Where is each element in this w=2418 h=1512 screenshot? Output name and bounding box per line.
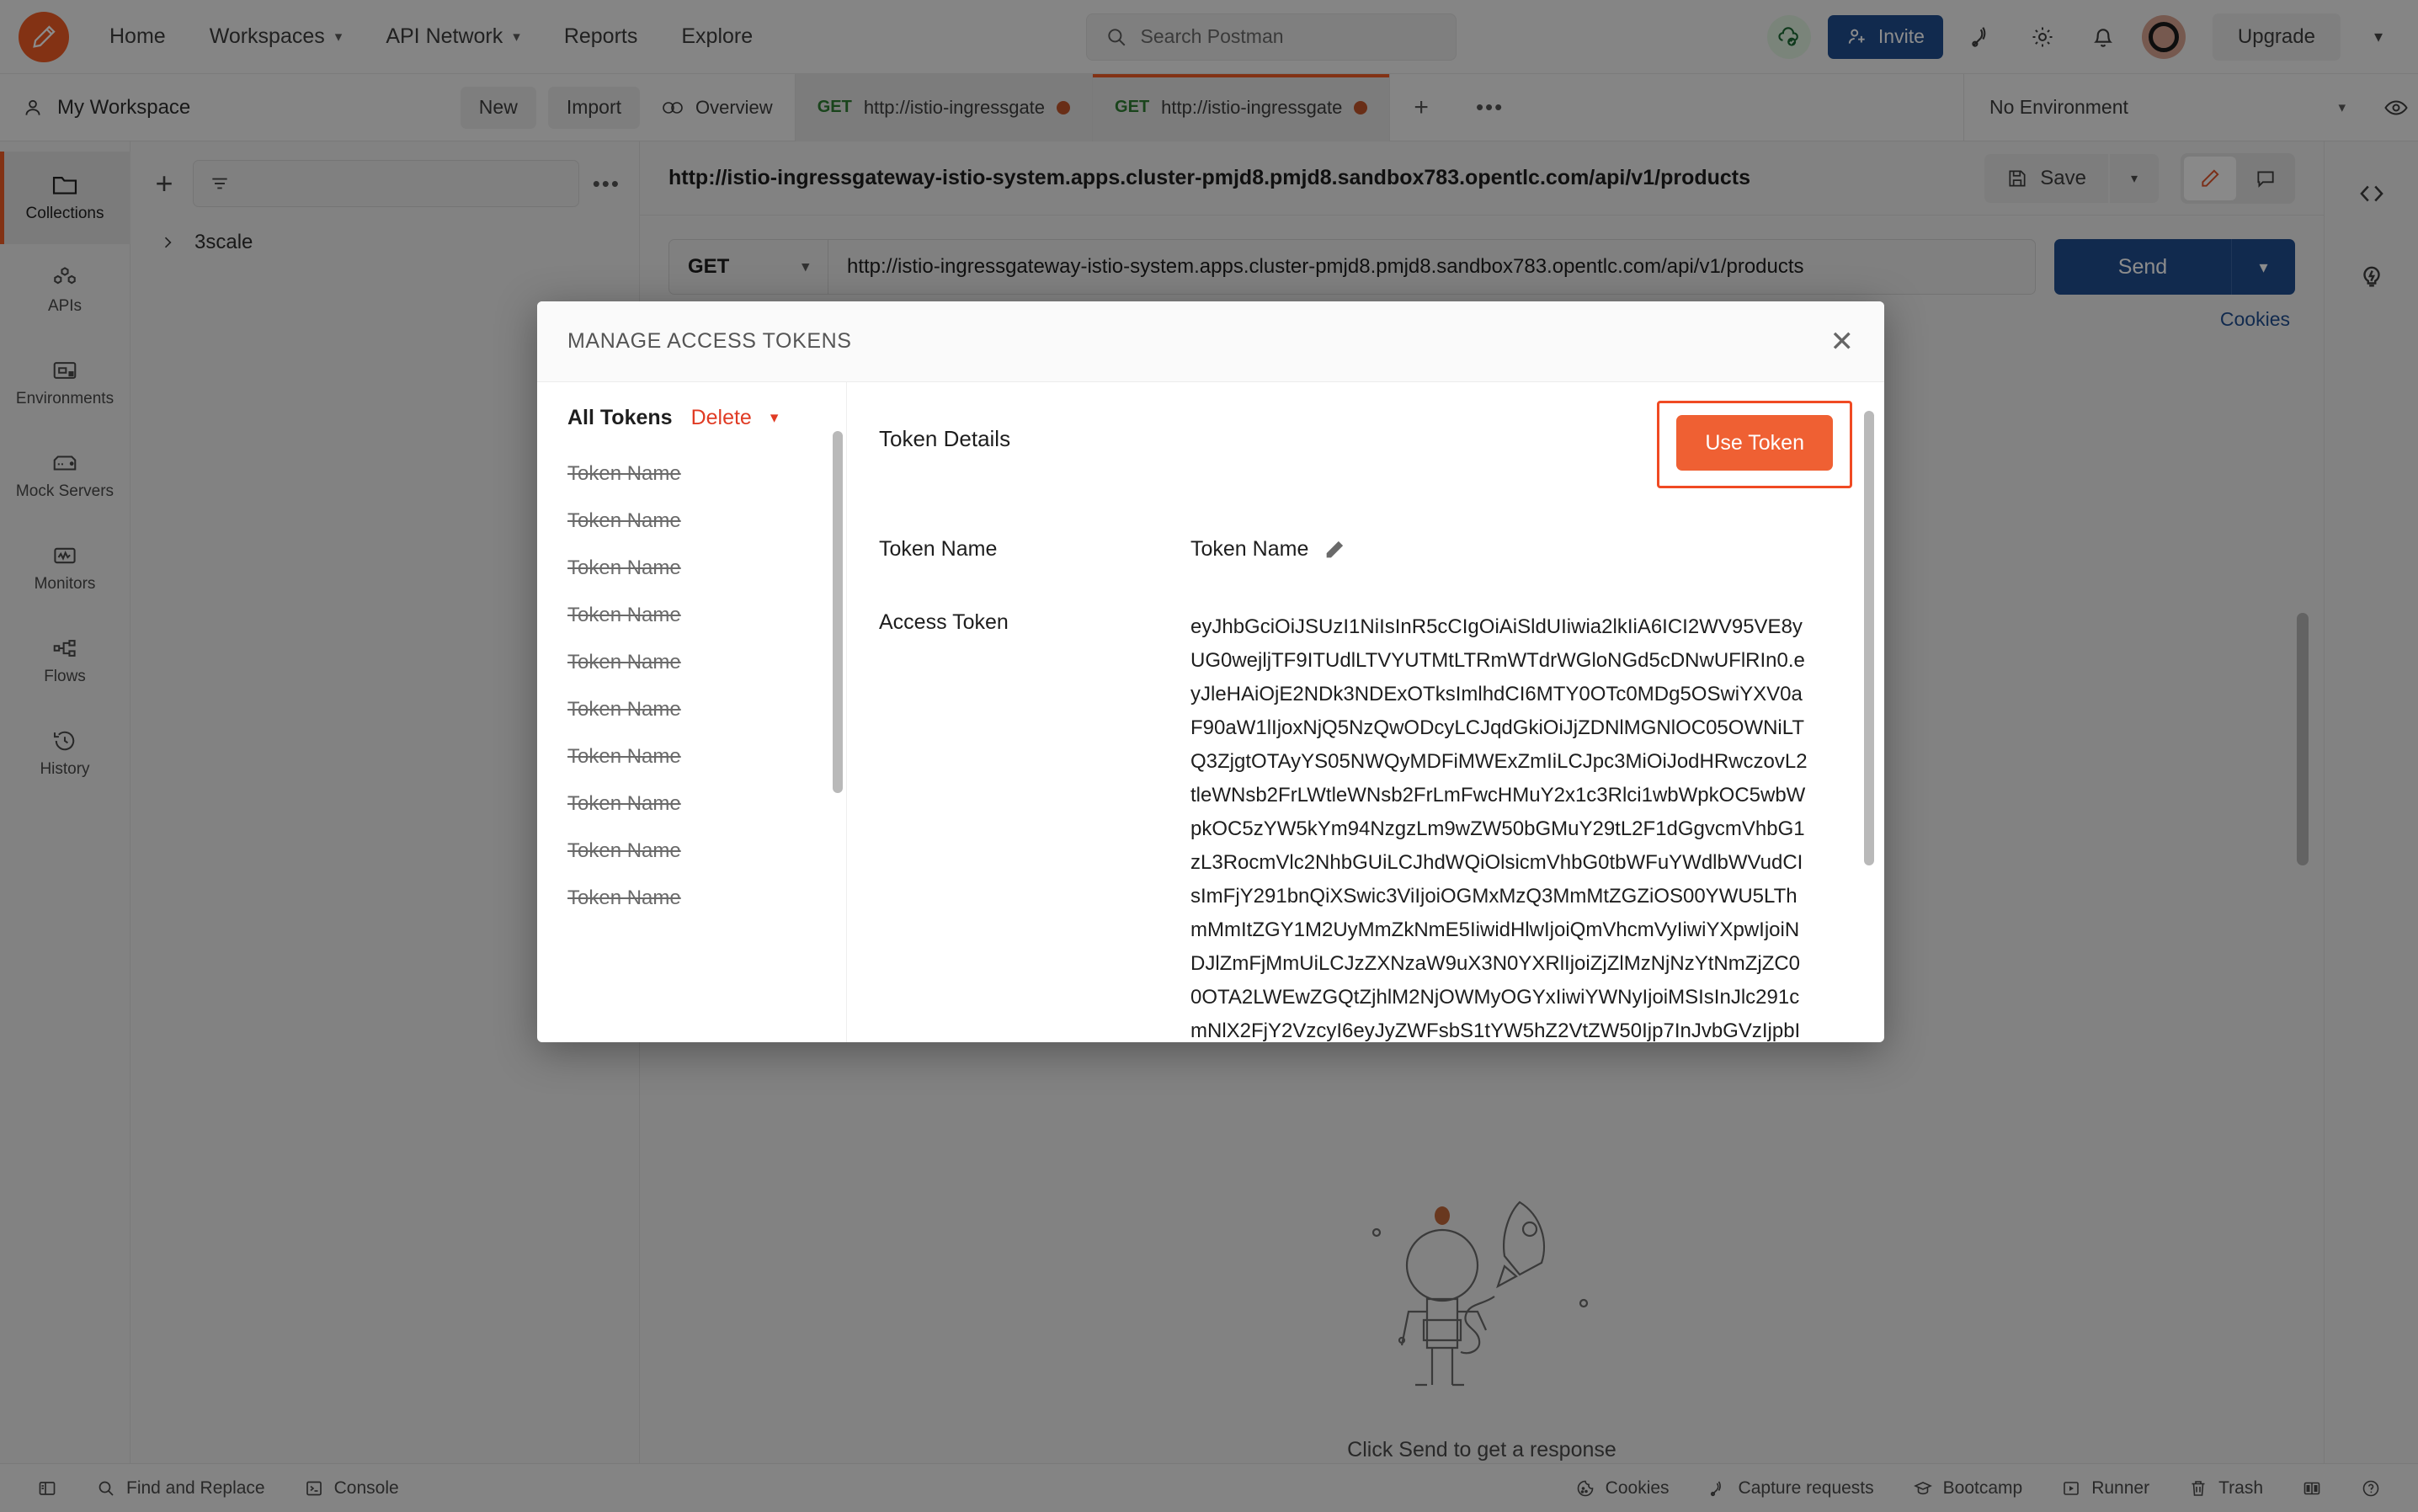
token-details-header: Token Details Use Token (879, 401, 1852, 488)
close-icon[interactable]: ✕ (1830, 327, 1855, 356)
token-name-row: Token Name Token Name (879, 537, 1844, 562)
chevron-down-icon[interactable]: ▾ (770, 408, 779, 428)
token-line: yJleHAiOjE2NDk3NDExOTksImlhdCI6MTY0OTc0M… (1190, 683, 1803, 705)
token-details-scrollbar[interactable] (1864, 411, 1874, 865)
use-token-highlight: Use Token (1657, 401, 1852, 488)
list-item[interactable]: Token Name (537, 545, 846, 592)
token-name-value-wrap: Token Name (1190, 537, 1345, 562)
use-token-button[interactable]: Use Token (1676, 415, 1833, 471)
list-item[interactable]: Token Name (537, 498, 846, 545)
token-line: zL3RocmVlc2NhbGUiLCJhdWQiOlsicmVhbG0tbWF… (1190, 851, 1803, 874)
use-token-label: Use Token (1705, 430, 1804, 455)
list-item[interactable]: Token Name (537, 828, 846, 875)
token-line: UG0wejljTF9ITUdlLTVYUTMtLTRmWTdrWGloNGd5… (1190, 649, 1805, 672)
token-details-panel: Token Details Use Token Token Name Token… (847, 382, 1884, 1042)
token-line: F90aW1lIjoxNjQ5NzQwODcyLCJqdGkiOiJjZDNlM… (1190, 716, 1804, 739)
modal-body: All Tokens Delete ▾ Token Name Token Nam… (537, 382, 1884, 1042)
token-line: Q3ZjgtOTAyYS05NWQyMDFiMWExZmIiLCJpc3MiOi… (1190, 750, 1808, 773)
token-name-label: Token Name (879, 537, 998, 561)
token-line: DJlZmFjMmUiLCJzZXNzaW9uX3N0YXRlIjoiZjZlM… (1190, 952, 1801, 975)
access-token-value[interactable]: eyJhbGciOiJSUzI1NiIsInR5cCIgOiAiSldUIiwi… (1190, 610, 1830, 1042)
token-line: sImFjY291bnQiXSwic3ViIjoiOGMxMzQ3MmMtZGZ… (1190, 885, 1798, 908)
token-line: mMmItZGY1M2UyMmZkNmE5IiwidHlwIjoiQmVhcmV… (1190, 918, 1800, 941)
all-tokens-label: All Tokens (567, 406, 673, 429)
modal-title: MANAGE ACCESS TOKENS (567, 329, 852, 353)
access-token-row: Access Token eyJhbGciOiJSUzI1NiIsInR5cCI… (879, 610, 1844, 1042)
list-item[interactable]: Token Name (537, 639, 846, 686)
access-token-label: Access Token (879, 610, 1009, 634)
token-name-value: Token Name (1190, 537, 1309, 561)
token-list-panel: All Tokens Delete ▾ Token Name Token Nam… (537, 382, 847, 1042)
delete-button[interactable]: Delete (691, 406, 752, 430)
manage-access-tokens-modal-wrapper: MANAGE ACCESS TOKENS ✕ All Tokens Delete… (0, 0, 2418, 1512)
token-line: pkOC5zYW5kYm94NzgzLm9wZW50bGMuY29tL2F1dG… (1190, 817, 1805, 840)
list-item[interactable]: Token Name (537, 592, 846, 639)
token-details-title: Token Details (879, 426, 1011, 451)
list-item[interactable]: Token Name (537, 686, 846, 733)
token-line: tleWNsb2FrLWtleWNsb2FrLmFwcHMuY2x1c3Rlci… (1190, 784, 1806, 807)
list-item[interactable]: Token Name (537, 450, 846, 498)
token-line: mNlX2FjY2VzcyI6eyJyZWFsbS1tYW5hZ2VtZW50I… (1190, 1020, 1801, 1042)
token-list-header: All Tokens Delete ▾ (537, 406, 846, 450)
token-line: eyJhbGciOiJSUzI1NiIsInR5cCIgOiAiSldUIiwi… (1190, 615, 1803, 638)
list-item[interactable]: Token Name (537, 733, 846, 780)
token-line: 0OTA2LWEwZGQtZjhlM2NjOWMyOGYxIiwiYWNyIjo… (1190, 986, 1800, 1009)
token-list-scrollbar[interactable] (833, 431, 843, 793)
postman-app: Home Workspaces ▾ API Network ▾ Reports … (0, 0, 2418, 1512)
list-item[interactable]: Token Name (537, 780, 846, 828)
modal-header: MANAGE ACCESS TOKENS ✕ (537, 301, 1884, 382)
list-item[interactable]: Token Name (537, 875, 846, 922)
pencil-icon[interactable] (1324, 539, 1345, 561)
manage-access-tokens-modal: MANAGE ACCESS TOKENS ✕ All Tokens Delete… (537, 301, 1884, 1042)
